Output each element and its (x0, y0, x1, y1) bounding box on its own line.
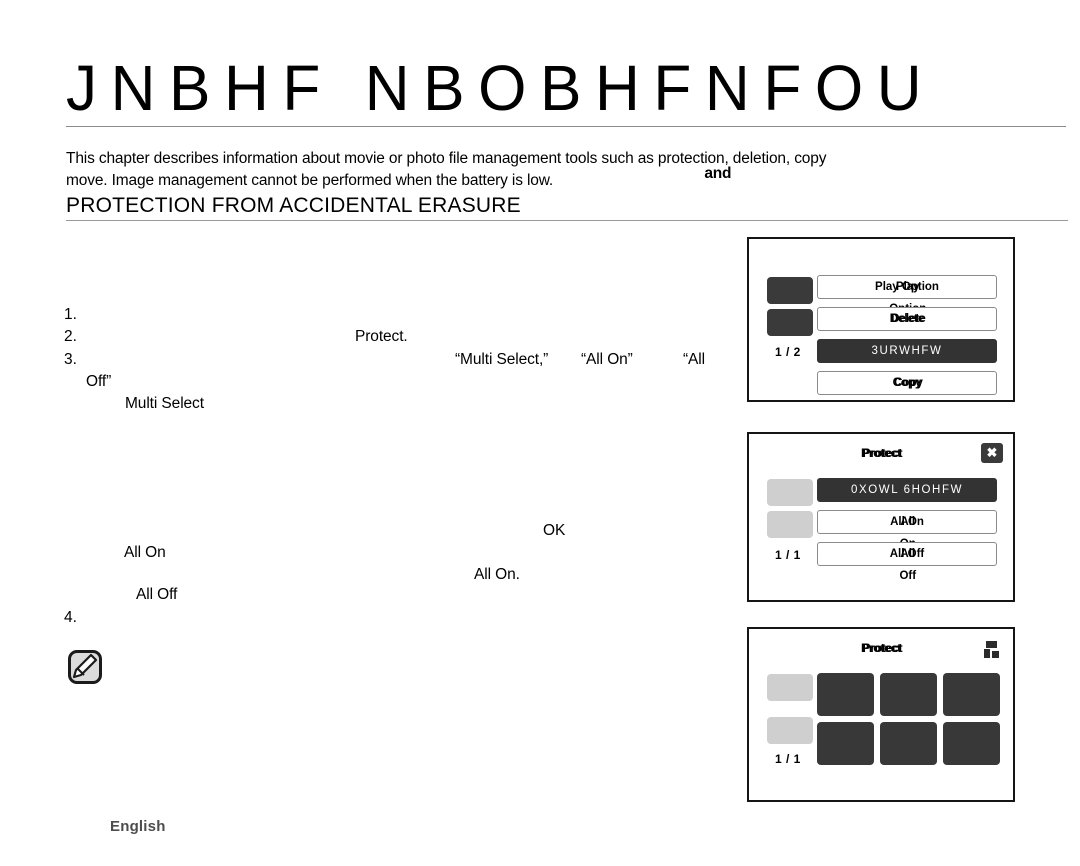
menu-item-protect-label: 3URWHFW (871, 345, 943, 357)
note-pencil-icon (68, 650, 102, 684)
step-3-fragment-off: Off” (86, 373, 112, 390)
grid-thumbnail[interactable] (880, 673, 937, 716)
side-thumbnail (767, 277, 813, 304)
menu-item-all-on[interactable]: All OnAll On (817, 510, 997, 550)
menu-item-delete-label: Delete Delete (889, 313, 926, 325)
side-thumbnail (767, 674, 813, 701)
steps-list: 1. 2. Protect. 3. “Multi Select,” “All O… (0, 0, 740, 866)
fragment-ok: OK (543, 522, 566, 539)
fragment-all-off: All Off (136, 586, 178, 603)
side-thumbnail (767, 511, 813, 538)
fragment-all-on-period: All On. (474, 566, 520, 583)
grid-thumbnail[interactable] (817, 722, 874, 765)
grid-thumbnail[interactable] (817, 673, 874, 716)
step-3-fragment-multi-select: “Multi Select,” (455, 351, 549, 368)
ok-icon-part (986, 641, 997, 648)
footer-language: English (110, 818, 166, 835)
step-number-1: 1. (64, 306, 77, 323)
panel-title-protect-grid: Protect Protect (861, 641, 903, 655)
menu-item-protect[interactable]: 3URWHFW (817, 339, 997, 363)
ok-button-icon (984, 641, 999, 658)
menu-item-copy-label: Copy Copy (892, 377, 923, 389)
grid-thumbnail[interactable] (943, 722, 1000, 765)
menu-item-delete[interactable]: Delete Delete (817, 307, 997, 331)
side-thumbnail (767, 717, 813, 744)
fragment-all-on: All On (124, 544, 166, 561)
panel-title-protect: Protect Protect (861, 446, 903, 460)
panel-play-option-menu: 1 / 2 Play OptionPlay Option DeleteDelet… (747, 237, 1015, 402)
close-icon[interactable]: ✖ (981, 443, 1003, 463)
ok-icon-part (992, 651, 999, 658)
page-indicator: 1 / 1 (775, 548, 801, 562)
side-thumbnail (767, 309, 813, 336)
step-number-4: 4. (64, 609, 77, 626)
menu-item-all-on-label: All OnAll On (890, 516, 924, 550)
menu-item-multi-select-label: 0XOWL 6HOHFW (850, 484, 964, 496)
step-3-fragment-all-on: “All On” (581, 351, 633, 368)
side-thumbnail (767, 479, 813, 506)
ok-icon-part (984, 649, 990, 658)
menu-item-all-off[interactable]: All Off All Off (817, 542, 997, 582)
panel-protect-menu: Protect Protect ✖ 1 / 1 0XOWL 6HOHFW All … (747, 432, 1015, 602)
panel-protect-thumbnail-grid: Protect Protect 1 / 1 (747, 627, 1015, 802)
page-indicator: 1 / 2 (775, 345, 801, 359)
step-number-3: 3. (64, 351, 77, 368)
menu-item-all-off-label: All Off All Off (889, 548, 925, 582)
step-number-2: 2. (64, 328, 77, 345)
grid-thumbnail[interactable] (880, 722, 937, 765)
menu-item-play-option-label: Play OptionPlay Option (875, 281, 939, 315)
step-2-fragment-protect: Protect. (355, 328, 408, 345)
menu-item-play-option[interactable]: Play OptionPlay Option (817, 275, 997, 315)
menu-item-multi-select[interactable]: 0XOWL 6HOHFW (817, 478, 997, 502)
page-indicator: 1 / 1 (775, 752, 801, 766)
grid-thumbnail[interactable] (943, 673, 1000, 716)
menu-item-copy[interactable]: Copy Copy (817, 371, 997, 395)
manual-page: JNBHF NBOBHFNFOU This chapter describes … (0, 0, 1080, 866)
step-3-fragment-multi-select-plain: Multi Select (125, 395, 204, 412)
step-3-fragment-all: “All (683, 351, 705, 368)
